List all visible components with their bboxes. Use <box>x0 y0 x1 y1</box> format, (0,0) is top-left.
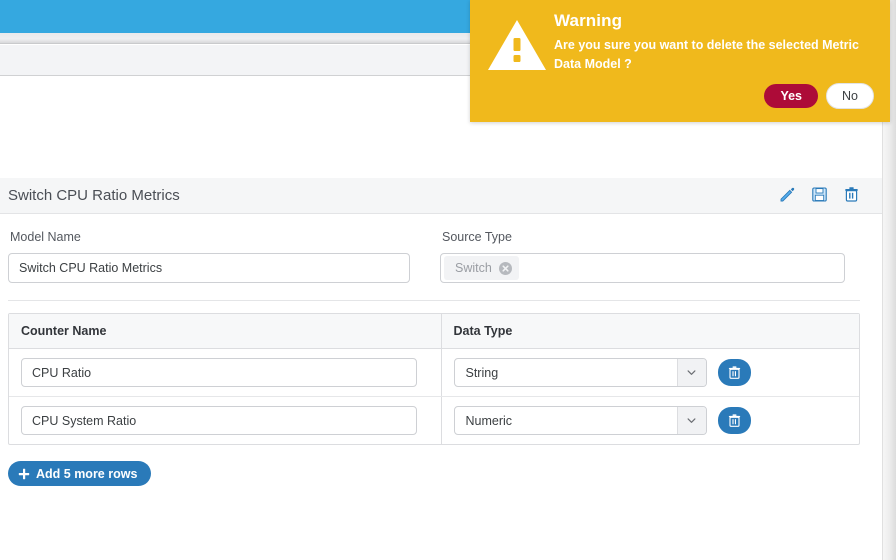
warning-dialog-actions: Yes No <box>764 83 874 109</box>
source-type-chip-label: Switch <box>455 261 492 275</box>
model-form: Model Name Source Type Switch <box>0 214 882 283</box>
model-name-input[interactable] <box>8 253 410 283</box>
model-name-field: Model Name <box>8 230 440 283</box>
card-header: Switch CPU Ratio Metrics <box>0 178 882 214</box>
column-header-data-type: Data Type <box>441 314 859 349</box>
chevron-down-icon[interactable] <box>676 407 706 434</box>
data-type-select[interactable]: String <box>453 358 707 387</box>
plus-icon <box>18 468 30 480</box>
chip-remove-icon[interactable] <box>498 261 512 275</box>
trash-icon <box>727 413 742 428</box>
data-type-select[interactable]: Numeric <box>453 406 707 435</box>
data-type-value: Numeric <box>465 413 513 428</box>
source-type-field: Source Type Switch <box>440 230 858 283</box>
cancel-no-button[interactable]: No <box>826 83 874 109</box>
data-type-value: String <box>465 365 499 380</box>
warning-dialog-title: Warning <box>554 11 623 30</box>
counter-name-input[interactable] <box>21 358 417 387</box>
counter-name-input[interactable] <box>21 406 417 435</box>
table-header-row: Counter Name Data Type <box>9 314 859 349</box>
source-type-chip: Switch <box>444 256 519 280</box>
form-divider <box>8 300 860 301</box>
edit-icon[interactable] <box>779 186 796 203</box>
warning-dialog: Warning Are you sure you want to delete … <box>470 0 890 122</box>
trash-icon <box>727 365 742 380</box>
delete-row-button[interactable] <box>717 359 751 386</box>
chevron-down-icon[interactable] <box>676 359 706 386</box>
table-row: Numeric <box>9 396 859 445</box>
data-type-cell: String <box>441 348 859 397</box>
card-toolbar <box>779 186 860 203</box>
data-type-cell: Numeric <box>441 397 859 445</box>
delete-row-button[interactable] <box>717 407 751 434</box>
source-type-input[interactable]: Switch <box>440 253 845 283</box>
application-window: Warning Are you sure you want to delete … <box>0 0 896 560</box>
add-more-rows-label: Add 5 more rows <box>36 466 138 481</box>
metric-data-model-card: Switch CPU Ratio Metrics Model Name Swit… <box>0 178 882 486</box>
column-header-counter-name: Counter Name <box>9 314 442 349</box>
confirm-yes-button[interactable]: Yes <box>764 84 819 108</box>
warning-dialog-message: Are you sure you want to delete the sele… <box>554 38 859 71</box>
warning-triangle-icon <box>486 18 548 72</box>
table-row: String <box>9 348 859 397</box>
delete-icon[interactable] <box>843 186 860 203</box>
counter-name-cell <box>9 348 442 397</box>
save-icon[interactable] <box>811 186 828 203</box>
counters-table: Counter Name Data Type String <box>8 313 860 445</box>
counter-name-cell <box>9 396 442 444</box>
page-title: Switch CPU Ratio Metrics <box>8 187 180 204</box>
model-name-label: Model Name <box>10 230 81 244</box>
add-more-rows-button[interactable]: Add 5 more rows <box>8 461 152 486</box>
source-type-label: Source Type <box>442 230 512 244</box>
